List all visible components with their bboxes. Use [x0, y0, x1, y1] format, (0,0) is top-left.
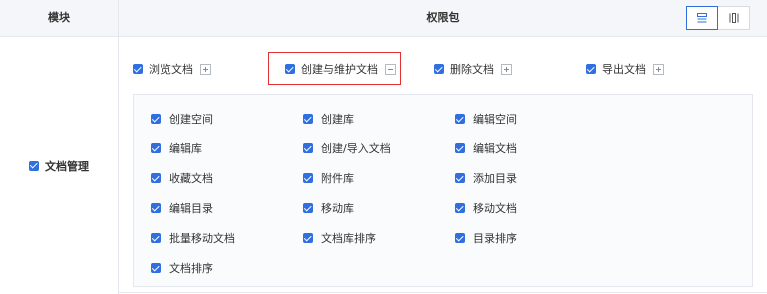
sub-permission-item[interactable]: 添加目录 [455, 169, 517, 187]
expand-plus-icon[interactable] [200, 63, 211, 75]
sub-permission-checkbox[interactable] [303, 203, 313, 213]
sub-permission-label: 收藏文档 [169, 172, 213, 185]
sub-permission-item[interactable]: 附件库 [303, 169, 354, 187]
sub-permission-item[interactable]: 目录排序 [455, 229, 517, 247]
sub-permission-label: 创建空间 [169, 113, 213, 126]
columns-view-button[interactable] [718, 6, 750, 30]
sub-permission-checkbox[interactable] [303, 114, 313, 124]
permission-checkbox[interactable] [285, 64, 295, 74]
sub-permission-checkbox[interactable] [455, 173, 465, 183]
sub-permission-item[interactable]: 文档排序 [151, 259, 213, 277]
sub-permission-label: 编辑目录 [169, 202, 213, 215]
sub-permission-item[interactable]: 编辑库 [151, 139, 202, 157]
sub-permission-item[interactable]: 编辑目录 [151, 199, 213, 217]
sub-permission-label: 添加目录 [473, 172, 517, 185]
sub-permission-label: 编辑库 [169, 142, 202, 155]
module-column-header: 模块 [48, 11, 70, 24]
permission-delete-docs[interactable]: 删除文档 [434, 59, 512, 79]
sub-permission-item[interactable]: 文档库排序 [303, 229, 376, 247]
module-checkbox[interactable] [29, 160, 39, 171]
sub-permission-checkbox[interactable] [455, 233, 465, 243]
sub-permission-checkbox[interactable] [455, 203, 465, 213]
sub-permission-item[interactable]: 创建空间 [151, 110, 213, 128]
expand-plus-icon[interactable] [501, 63, 512, 75]
sub-permission-checkbox[interactable] [303, 233, 313, 243]
sub-permission-label: 移动库 [321, 202, 354, 215]
sub-permission-item[interactable]: 创建/导入文档 [303, 139, 391, 157]
permission-create-maintain-docs[interactable]: 创建与维护文档 [285, 59, 396, 79]
sub-permission-label: 创建库 [321, 113, 354, 126]
sub-permission-checkbox[interactable] [151, 263, 161, 273]
permission-browse-docs[interactable]: 浏览文档 [133, 59, 211, 79]
sub-permission-label: 移动文档 [473, 202, 517, 215]
list-view-icon [697, 13, 707, 23]
permission-export-docs[interactable]: 导出文档 [586, 59, 664, 79]
list-view-button[interactable] [686, 6, 718, 30]
permission-label: 浏览文档 [149, 63, 193, 76]
expand-plus-icon[interactable] [653, 63, 664, 75]
bottom-border [119, 292, 767, 293]
permission-label: 删除文档 [450, 63, 494, 76]
sub-permission-item[interactable]: 批量移动文档 [151, 229, 235, 247]
module-label: 文档管理 [45, 159, 89, 173]
sub-permission-checkbox[interactable] [455, 143, 465, 153]
sub-permission-label: 文档排序 [169, 262, 213, 275]
sub-permission-label: 目录排序 [473, 232, 517, 245]
sub-permission-item[interactable]: 收藏文档 [151, 169, 213, 187]
permission-package-column-header: 权限包 [426, 11, 460, 24]
sub-permission-item[interactable]: 移动库 [303, 199, 354, 217]
sub-permission-checkbox[interactable] [151, 173, 161, 183]
collapse-minus-icon[interactable] [385, 63, 396, 75]
table-header: 模块 权限包 [0, 0, 767, 37]
top-permission-row: 浏览文档 创建与维护文档 删除文档 导出文档 [0, 59, 767, 79]
sub-permission-label: 编辑文档 [473, 142, 517, 155]
sub-permission-checkbox[interactable] [151, 143, 161, 153]
sub-permission-checkbox[interactable] [455, 114, 465, 124]
sub-permission-checkbox[interactable] [151, 114, 161, 124]
sub-permission-checkbox[interactable] [151, 233, 161, 243]
permission-label: 创建与维护文档 [301, 63, 378, 76]
sub-permission-checkbox[interactable] [151, 203, 161, 213]
permission-checkbox[interactable] [434, 64, 444, 74]
view-toggle [686, 6, 750, 30]
column-divider [118, 0, 119, 294]
columns-view-icon [729, 13, 738, 23]
sub-permission-label: 创建/导入文档 [321, 142, 391, 155]
sub-permission-label: 批量移动文档 [169, 232, 235, 245]
sub-permission-checkbox[interactable] [303, 173, 313, 183]
sub-permission-item[interactable]: 编辑文档 [455, 139, 517, 157]
sub-permission-item[interactable]: 移动文档 [455, 199, 517, 217]
sub-permission-label: 编辑空间 [473, 113, 517, 126]
sub-permission-checkbox[interactable] [303, 143, 313, 153]
sub-permission-label: 附件库 [321, 172, 354, 185]
sub-permission-item[interactable]: 创建库 [303, 110, 354, 128]
permission-label: 导出文档 [602, 63, 646, 76]
permission-checkbox[interactable] [586, 64, 596, 74]
permission-checkbox[interactable] [133, 64, 143, 74]
sub-permission-label: 文档库排序 [321, 232, 376, 245]
sub-permission-panel: 创建空间 创建库 编辑空间 编辑库 创建/导入文档 编辑文档 收藏文档 附件库 … [133, 94, 753, 287]
sub-permission-item[interactable]: 编辑空间 [455, 110, 517, 128]
